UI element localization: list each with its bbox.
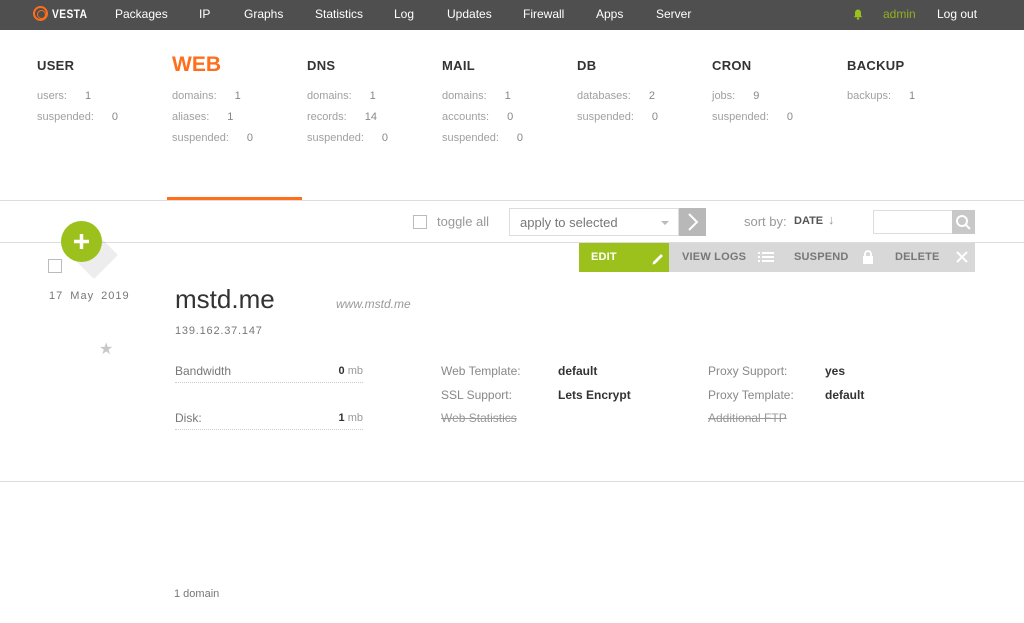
ssl-support-value: Lets Encrypt bbox=[558, 388, 631, 402]
bandwidth-value: 0 mb bbox=[338, 365, 363, 377]
nav-graphs[interactable]: Graphs bbox=[244, 7, 283, 21]
proxy-template-value: default bbox=[825, 388, 865, 402]
divider bbox=[0, 200, 1024, 201]
suspend-button[interactable]: SUSPEND bbox=[781, 243, 883, 272]
nav-statistics[interactable]: Statistics bbox=[315, 7, 363, 21]
web-statistics-label: Web Statistics bbox=[441, 411, 517, 425]
sort-arrow-icon[interactable]: ↓ bbox=[828, 212, 835, 227]
ssl-support-label: SSL Support: bbox=[441, 388, 512, 402]
stat-row: domains: 1 bbox=[172, 90, 241, 102]
top-navbar: VESTA Packages IP Graphs Statistics Log … bbox=[0, 0, 1024, 30]
delete-button[interactable]: DELETE bbox=[883, 243, 975, 272]
stat-row: domains: 1 bbox=[442, 90, 511, 102]
logo-text: VESTA bbox=[52, 6, 88, 21]
stat-dns[interactable]: DNS domains: 1 records: 14 suspended: 0 bbox=[307, 58, 388, 144]
stat-backup[interactable]: BACKUP backups: 1 bbox=[847, 58, 915, 102]
vesta-logo[interactable]: VESTA bbox=[33, 6, 94, 21]
pencil-icon bbox=[652, 254, 663, 265]
view-logs-button[interactable]: VIEW LOGS bbox=[669, 243, 781, 272]
stat-row: suspended: 0 bbox=[712, 111, 794, 123]
disk-label: Disk: bbox=[175, 411, 202, 425]
stat-mail[interactable]: MAIL domains: 1 accounts: 0 suspended: 0 bbox=[442, 58, 523, 144]
divider bbox=[0, 481, 1024, 482]
close-icon bbox=[956, 251, 968, 263]
stat-row: suspended: 0 bbox=[442, 132, 524, 144]
search-icon bbox=[956, 215, 971, 230]
stat-row: suspended: 0 bbox=[172, 132, 254, 144]
plus-icon bbox=[74, 234, 89, 249]
logout-link[interactable]: Log out bbox=[937, 7, 977, 21]
stat-row: accounts: 0 bbox=[442, 111, 514, 123]
stat-row: domains: 1 bbox=[307, 90, 376, 102]
stat-title: DB bbox=[577, 58, 597, 73]
suspend-label: SUSPEND bbox=[794, 251, 849, 263]
domain-ip: 139.162.37.147 bbox=[175, 325, 263, 337]
stat-row: suspended: 0 bbox=[37, 111, 119, 123]
toggle-all-checkbox[interactable] bbox=[413, 215, 427, 229]
stat-title: USER bbox=[37, 58, 75, 73]
stat-user[interactable]: USER users: 1 suspended: 0 bbox=[37, 58, 118, 123]
nav-ip[interactable]: IP bbox=[199, 7, 210, 21]
additional-ftp-label: Additional FTP bbox=[708, 411, 787, 425]
nav-server[interactable]: Server bbox=[656, 7, 691, 21]
chevron-right-icon bbox=[688, 213, 699, 231]
web-template-label: Web Template: bbox=[441, 364, 521, 378]
web-template-value: default bbox=[558, 364, 598, 378]
proxy-support-label: Proxy Support: bbox=[708, 364, 788, 378]
domain-alias: www.mstd.me bbox=[336, 297, 411, 311]
bandwidth-label: Bandwidth bbox=[175, 364, 232, 378]
star-icon[interactable]: ★ bbox=[99, 339, 113, 359]
stat-row: users: 1 bbox=[37, 90, 92, 102]
domain-name: mstd.me bbox=[175, 284, 275, 314]
edit-label: EDIT bbox=[591, 251, 617, 263]
stat-row: records: 14 bbox=[307, 111, 377, 123]
search-input[interactable] bbox=[873, 210, 953, 234]
stat-row: databases: 2 bbox=[577, 90, 655, 102]
stat-title: WEB bbox=[172, 53, 221, 76]
apply-button[interactable] bbox=[679, 208, 706, 236]
row-checkbox[interactable] bbox=[48, 259, 62, 273]
edit-button[interactable]: EDIT bbox=[579, 243, 669, 272]
domain-count: 1 domain bbox=[174, 588, 220, 600]
notification-bell-icon[interactable] bbox=[853, 9, 863, 20]
stat-web[interactable]: WEB domains: 1 aliases: 1 suspended: 0 bbox=[172, 53, 253, 144]
user-link[interactable]: admin bbox=[883, 7, 916, 21]
list-icon bbox=[758, 252, 774, 262]
bandwidth-metric: Bandwidth 0 mb bbox=[175, 363, 363, 383]
domain-date: 17 May 2019 bbox=[49, 290, 130, 302]
add-domain-button[interactable] bbox=[61, 221, 102, 262]
sort-value[interactable]: DATE bbox=[794, 215, 823, 227]
nav-updates[interactable]: Updates bbox=[447, 7, 492, 21]
stat-db[interactable]: DB databases: 2 suspended: 0 bbox=[577, 58, 658, 123]
stat-cron[interactable]: CRON jobs: 9 suspended: 0 bbox=[712, 58, 793, 123]
stat-row: jobs: 9 bbox=[712, 90, 760, 102]
proxy-template-label: Proxy Template: bbox=[708, 388, 794, 402]
proxy-support-value: yes bbox=[825, 364, 846, 378]
lock-icon bbox=[863, 250, 873, 264]
view-logs-label: VIEW LOGS bbox=[682, 251, 747, 263]
stat-row: suspended: 0 bbox=[577, 111, 659, 123]
stat-row: suspended: 0 bbox=[307, 132, 389, 144]
disk-metric: Disk: 1 mb bbox=[175, 410, 363, 430]
delete-label: DELETE bbox=[895, 251, 940, 263]
stat-title: MAIL bbox=[442, 58, 475, 73]
stat-title: CRON bbox=[712, 58, 752, 73]
toggle-all-label[interactable]: toggle all bbox=[437, 214, 489, 229]
nav-packages[interactable]: Packages bbox=[115, 7, 168, 21]
bulk-action-placeholder: apply to selected bbox=[520, 215, 618, 230]
sort-label: sort by: bbox=[744, 214, 787, 229]
stat-row: aliases: 1 bbox=[172, 111, 234, 123]
nav-apps[interactable]: Apps bbox=[596, 7, 623, 21]
bulk-action-select[interactable]: apply to selected bbox=[509, 208, 679, 236]
logo-icon bbox=[33, 6, 48, 21]
search-button[interactable] bbox=[952, 210, 975, 234]
disk-value: 1 mb bbox=[338, 412, 363, 424]
stat-title: BACKUP bbox=[847, 58, 905, 73]
stat-row: backups: 1 bbox=[847, 90, 916, 102]
nav-firewall[interactable]: Firewall bbox=[523, 7, 564, 21]
stat-title: DNS bbox=[307, 58, 336, 73]
nav-log[interactable]: Log bbox=[394, 7, 414, 21]
caret-down-icon bbox=[661, 221, 669, 225]
